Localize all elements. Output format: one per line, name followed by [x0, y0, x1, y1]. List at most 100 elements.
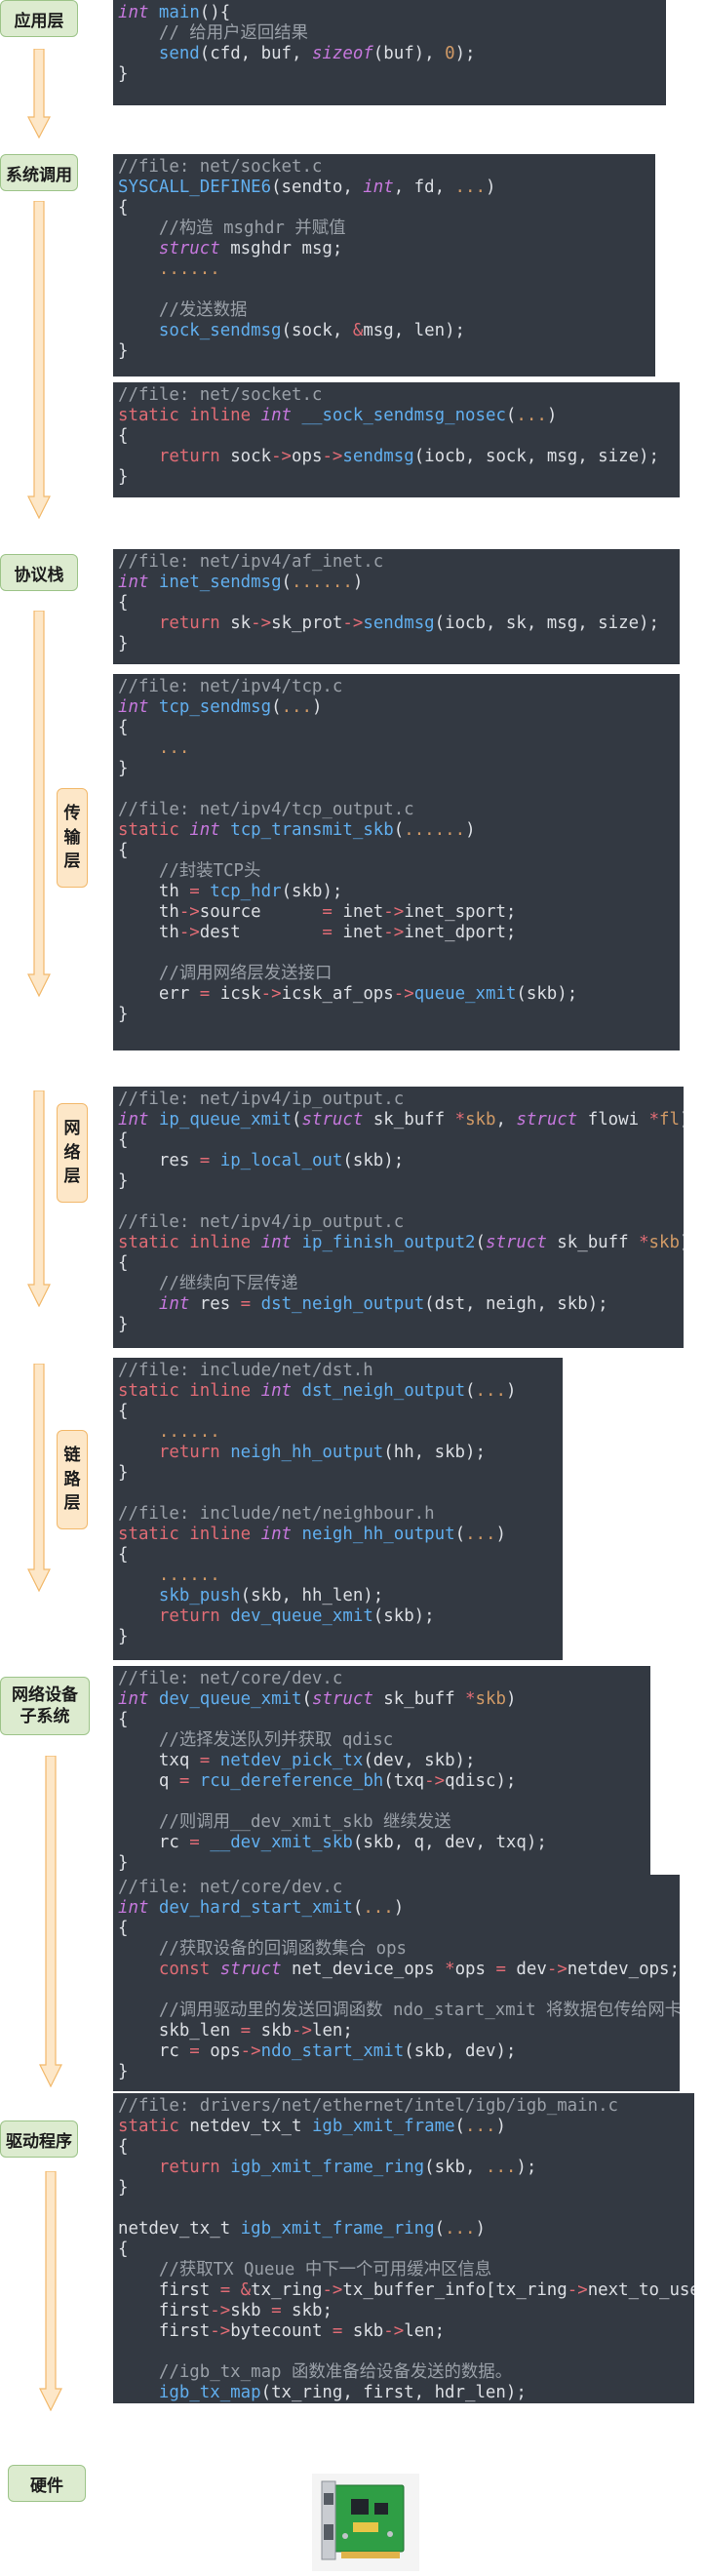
code-token: { [118, 1253, 129, 1273]
code-token: -> [567, 2280, 588, 2300]
code-token: const [158, 1960, 211, 1979]
code-line: err = icsk->icsk_af_ops->queue_xmit(skb)… [118, 984, 680, 1005]
code-line: static inline int dst_neigh_output(...) [118, 1381, 563, 1402]
code-line: } [118, 634, 680, 654]
arrow-app-to-syscall [27, 49, 51, 139]
code-token: //调用驱动里的发送回调函数 ndo_start_xmit 将数据包传给网卡设备 [158, 2001, 680, 2020]
code-token: //igb_tx_map 函数准备给设备发送的数据。 [158, 2362, 513, 2382]
code-line: //调用驱动里的发送回调函数 ndo_start_xmit 将数据包传给网卡设备 [118, 2001, 680, 2021]
code-token: icsk_af_ops [281, 984, 394, 1004]
code-line: res = ip_local_out(skb); [118, 1151, 684, 1171]
code-token: (skb); [372, 1606, 435, 1626]
code-line: //file: net/socket.c [118, 157, 655, 178]
code-token: int [260, 1233, 293, 1252]
code-token: icsk [210, 984, 261, 1004]
code-token: tcp_hdr [210, 882, 282, 901]
code-line: { [118, 1130, 684, 1151]
code-line: return dev_queue_xmit(skb); [118, 1606, 563, 1627]
code-line: ...... [118, 1422, 563, 1443]
code-line: int main(){ [118, 3, 666, 23]
code-line: //igb_tx_map 函数准备给设备发送的数据。 [118, 2362, 694, 2383]
code-token: = [199, 1151, 211, 1170]
code-token: //构造 msghdr 并赋值 [158, 218, 346, 238]
code-line: { [118, 1919, 680, 1939]
code-token: } [118, 1627, 129, 1646]
code-token: -> [178, 923, 200, 942]
code-line: sock_sendmsg(sock, &msg, len); [118, 321, 655, 341]
layer-netdev-subsystem: 网络设备 子系统 [0, 1677, 90, 1735]
code-line: int dev_queue_xmit(struct sk_buff *skb) [118, 1689, 650, 1710]
code-token: (dev, skb); [363, 1751, 476, 1770]
code-token: -> [240, 2041, 261, 2061]
code-token: msg, len); [363, 321, 466, 340]
code-token: ( [434, 2219, 446, 2239]
code-token: ( [465, 1381, 476, 1401]
code-token: = [189, 882, 200, 901]
layer-protocol-stack: 协议栈 [0, 554, 78, 591]
code-token: main [158, 3, 200, 22]
code-token: (iocb, sk, msg, size); [434, 614, 659, 633]
code-token: (sendto, [271, 178, 364, 197]
code-line: static int tcp_transmit_skb(......) [118, 820, 680, 841]
code-token: skb [648, 1233, 680, 1252]
code-token: ( [505, 406, 517, 425]
code-token: ) [505, 1689, 517, 1709]
code-token: ( [352, 1898, 364, 1918]
code-token: //获取设备的回调函数集合 ops [158, 1939, 408, 1959]
code-token: //获取TX Queue 中下一个可用缓冲区信息 [158, 2260, 492, 2279]
code-token: = [322, 923, 333, 942]
code-token: struct [219, 1960, 282, 1979]
code-token: dev_queue_xmit [230, 1606, 373, 1626]
code-line: //封装TCP头 [118, 861, 680, 882]
code-token: = [322, 902, 333, 922]
code-token: rcu_dereference_bh [199, 1771, 384, 1791]
code-token: = [189, 2041, 200, 2061]
code-token: struct [301, 1110, 364, 1129]
code-token: { [118, 1919, 129, 1938]
code-token: source [199, 902, 323, 922]
code-token: (skb, q, dev, txq); [352, 1833, 547, 1852]
code-token: (skb, hh_len); [240, 1586, 384, 1605]
code-token: flowi [577, 1110, 649, 1129]
code-token: ) [495, 2117, 506, 2136]
code-token: (tx_ring, first, hdr_len); [260, 2383, 527, 2402]
code-token: ... [281, 697, 312, 717]
code-token: sk_buff [372, 1689, 466, 1709]
code-token: //file: include/net/neighbour.h [118, 1504, 435, 1524]
code-token: netdev_pick_tx [219, 1751, 364, 1770]
code-line: skb_len = skb->len; [118, 2021, 680, 2041]
code-line: //则调用__dev_xmit_skb 继续发送 [118, 1812, 650, 1833]
code-line: int dev_hard_start_xmit(...) [118, 1898, 680, 1919]
code-token: dest [199, 923, 323, 942]
code-line: } [118, 64, 666, 85]
code-token: int [118, 1898, 149, 1918]
code-line: th = tcp_hdr(skb); [118, 882, 680, 902]
code-line: //file: net/core/dev.c [118, 1878, 680, 1898]
code-token: neigh_hh_output [230, 1443, 384, 1462]
layer-network-char-3: 层 [63, 1167, 81, 1187]
code-token: return [158, 1606, 220, 1626]
layer-transport-char-2: 输 [63, 827, 81, 848]
layer-app: 应用层 [0, 0, 78, 37]
code-token: -> [383, 923, 405, 942]
code-token: ... [516, 406, 547, 425]
code-token: res [118, 1151, 200, 1170]
code-token: inet_sport; [404, 902, 517, 922]
code-line: return sk->sk_prot->sendmsg(iocb, sk, ms… [118, 614, 680, 634]
code-token: int [189, 820, 220, 840]
code-line: static inline int ip_finish_output2(stru… [118, 1233, 684, 1253]
code-token: ) [495, 1525, 506, 1544]
